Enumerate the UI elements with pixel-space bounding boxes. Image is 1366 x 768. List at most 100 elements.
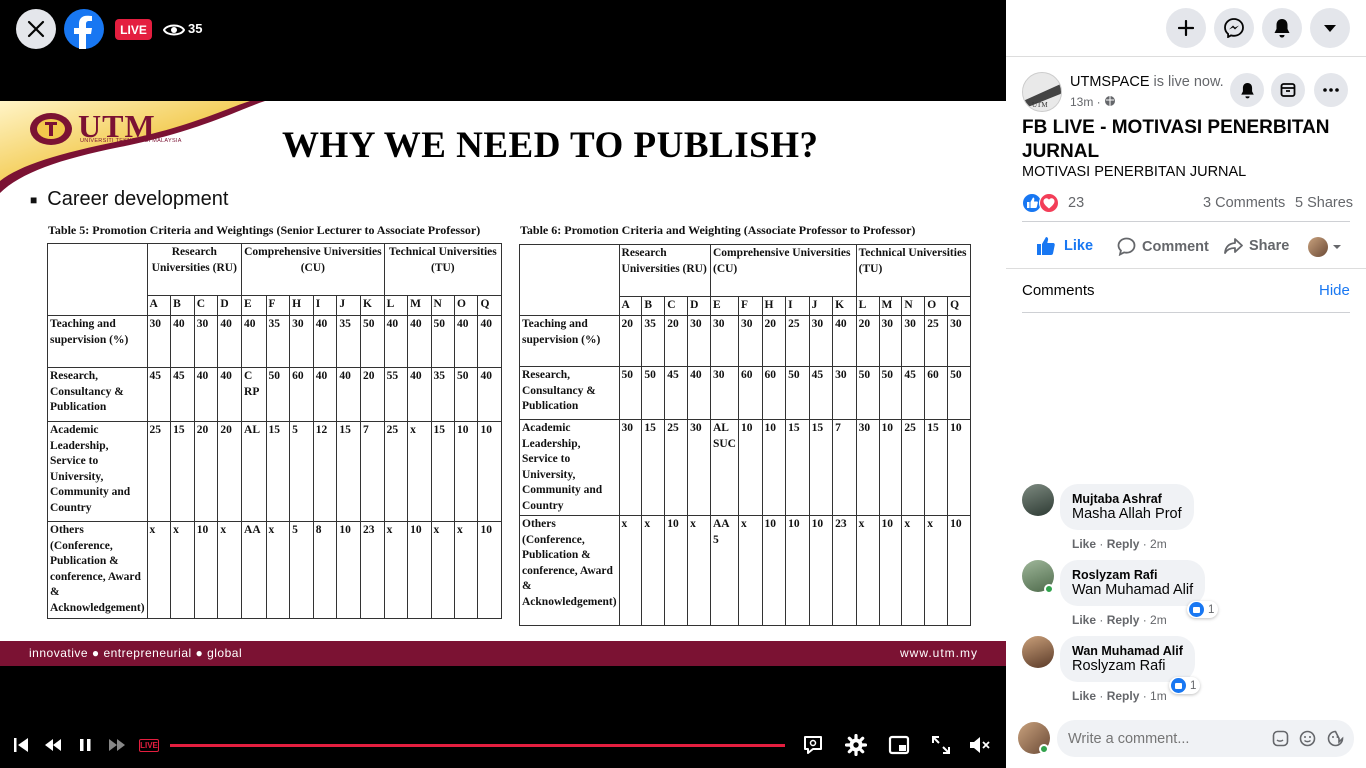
table-cell: 40 — [477, 315, 502, 368]
table-column-header: M — [407, 295, 432, 316]
settings-gear-icon[interactable] — [845, 734, 867, 756]
reaction-icons[interactable] — [1022, 193, 1062, 213]
comment-like-link[interactable]: Like — [1072, 537, 1096, 551]
save-button[interactable] — [1271, 73, 1305, 107]
page-name[interactable]: UTMSPACE — [1070, 74, 1150, 90]
progress-track[interactable] — [170, 744, 785, 747]
utm-logo-subtitle: UNIVERSITI TEKNOLOGI MALAYSIA — [80, 138, 182, 144]
facebook-logo[interactable] — [64, 9, 104, 49]
comments-toggle-icon[interactable] — [802, 734, 824, 756]
commenter-avatar[interactable] — [1022, 636, 1054, 668]
table-cell: x — [383, 521, 409, 619]
reaction-number: 1 — [1208, 603, 1215, 616]
comment-time[interactable]: 2m — [1150, 537, 1167, 551]
commenter-avatar[interactable] — [1022, 484, 1054, 516]
table-row: Teaching and supervision (%) 30 40 30 40 40 35… — [47, 315, 502, 368]
comment-composer[interactable] — [1057, 720, 1354, 757]
like-reaction-icon — [1171, 678, 1186, 693]
control-live-badge[interactable]: LIVE — [139, 739, 159, 752]
table-cell: 25 — [785, 315, 810, 367]
commenter-name[interactable]: Roslyzam Rafi — [1072, 568, 1193, 582]
table-corner-cell — [47, 243, 148, 316]
table-cell: x — [901, 515, 926, 626]
row-label: Teaching and supervision (%) — [47, 315, 148, 368]
caret-down-icon — [1324, 24, 1336, 32]
comment-input[interactable] — [1057, 720, 1262, 757]
comment-reaction-count[interactable]: 1 — [1187, 601, 1219, 618]
table-column-header: K — [360, 295, 385, 316]
archive-box-icon — [1280, 83, 1296, 97]
comment-like-link[interactable]: Like — [1072, 689, 1096, 703]
commenter-name[interactable]: Wan Muhamad Alif — [1072, 644, 1183, 658]
table-row: Teaching and supervision (%) 20 35 20 30 30 30… — [519, 315, 971, 367]
table-cell: 55 — [383, 367, 409, 422]
table-cell: 50 — [453, 367, 479, 422]
comment-like-link[interactable]: Like — [1072, 613, 1096, 627]
account-menu-button[interactable] — [1310, 8, 1350, 48]
table-cell: 10 — [947, 515, 971, 626]
table-cell: 35 — [430, 367, 455, 422]
avatar-sticker-icon[interactable] — [1327, 730, 1344, 747]
table-column-header: I — [312, 295, 338, 316]
table-cell: 10 — [808, 515, 834, 626]
table-column-header: K — [832, 296, 857, 316]
table-cell: 10 — [193, 521, 219, 619]
table-cell: 20 — [618, 315, 643, 367]
comment-reply-link[interactable]: Reply — [1107, 537, 1140, 551]
table-cell: 30 — [146, 315, 172, 368]
comment-time[interactable]: 2m — [1150, 613, 1167, 627]
notifications-button[interactable] — [1262, 8, 1302, 48]
table-column-header: L — [383, 295, 409, 316]
table-column-header: H — [289, 295, 314, 316]
table-cell: 60 — [924, 366, 949, 420]
mute-icon[interactable] — [968, 734, 992, 756]
like-button[interactable]: Like — [1036, 236, 1093, 256]
table-cell: 50 — [430, 315, 455, 368]
table-cell: 40 — [170, 315, 195, 368]
video-player[interactable]: LIVE 35 UTM UNIVERSITI TEKNOLOGI MALAYSI… — [0, 0, 1006, 768]
table-column-header: B — [170, 295, 195, 316]
side-panel: UTM UTMSPACE is live now. 13m · FB LIVE … — [1006, 0, 1366, 768]
slide-bullet: ■ Career development — [30, 188, 228, 211]
table-cell: x — [641, 515, 666, 626]
more-options-button[interactable] — [1314, 73, 1348, 107]
table-cell: x — [855, 515, 880, 626]
skip-back-icon[interactable] — [13, 734, 29, 756]
comment-count[interactable]: 3 Comments — [1203, 195, 1285, 211]
comment-reaction-count[interactable]: 1 — [1169, 677, 1201, 694]
table-cell: 40 — [407, 315, 432, 368]
page-avatar[interactable]: UTM — [1022, 72, 1062, 112]
react-as-selector[interactable] — [1308, 237, 1342, 257]
comment-reply-link[interactable]: Reply — [1107, 689, 1140, 703]
comments-divider — [1022, 312, 1350, 313]
reaction-count[interactable]: 23 — [1068, 195, 1084, 211]
table-cell: AA 5 — [709, 515, 740, 626]
emoji-icon[interactable] — [1299, 730, 1316, 747]
hide-comments-link[interactable]: Hide — [1319, 282, 1350, 299]
table-cell: 25 — [901, 419, 926, 516]
picture-in-picture-icon[interactable] — [888, 734, 910, 756]
table-cell: 10 — [738, 419, 763, 516]
table-cell: AL — [241, 421, 267, 522]
fullscreen-icon[interactable] — [930, 734, 952, 756]
sticker-icon[interactable] — [1272, 730, 1289, 747]
comment-time[interactable]: 1m — [1150, 689, 1167, 703]
comment-reply-link[interactable]: Reply — [1107, 613, 1140, 627]
rewind-icon[interactable] — [44, 734, 62, 756]
follow-bell-button[interactable] — [1230, 73, 1264, 107]
post-time[interactable]: 13m · — [1070, 95, 1101, 109]
table-cell: 30 — [709, 366, 740, 420]
pause-icon[interactable] — [77, 734, 93, 756]
table-cell: 30 — [193, 315, 219, 368]
create-button[interactable] — [1166, 8, 1206, 48]
messenger-button[interactable] — [1214, 8, 1254, 48]
share-count[interactable]: 5 Shares — [1295, 195, 1353, 211]
fast-forward-icon[interactable] — [108, 734, 126, 756]
share-button[interactable]: Share — [1224, 237, 1289, 255]
comment-button[interactable]: Comment — [1117, 237, 1209, 256]
close-button[interactable] — [16, 9, 56, 49]
table-cell: 25 — [146, 421, 172, 522]
page-avatar-image: UTM — [1023, 73, 1061, 111]
commenter-name[interactable]: Mujtaba Ashraf — [1072, 492, 1182, 506]
table-cell: 10 — [453, 421, 479, 522]
